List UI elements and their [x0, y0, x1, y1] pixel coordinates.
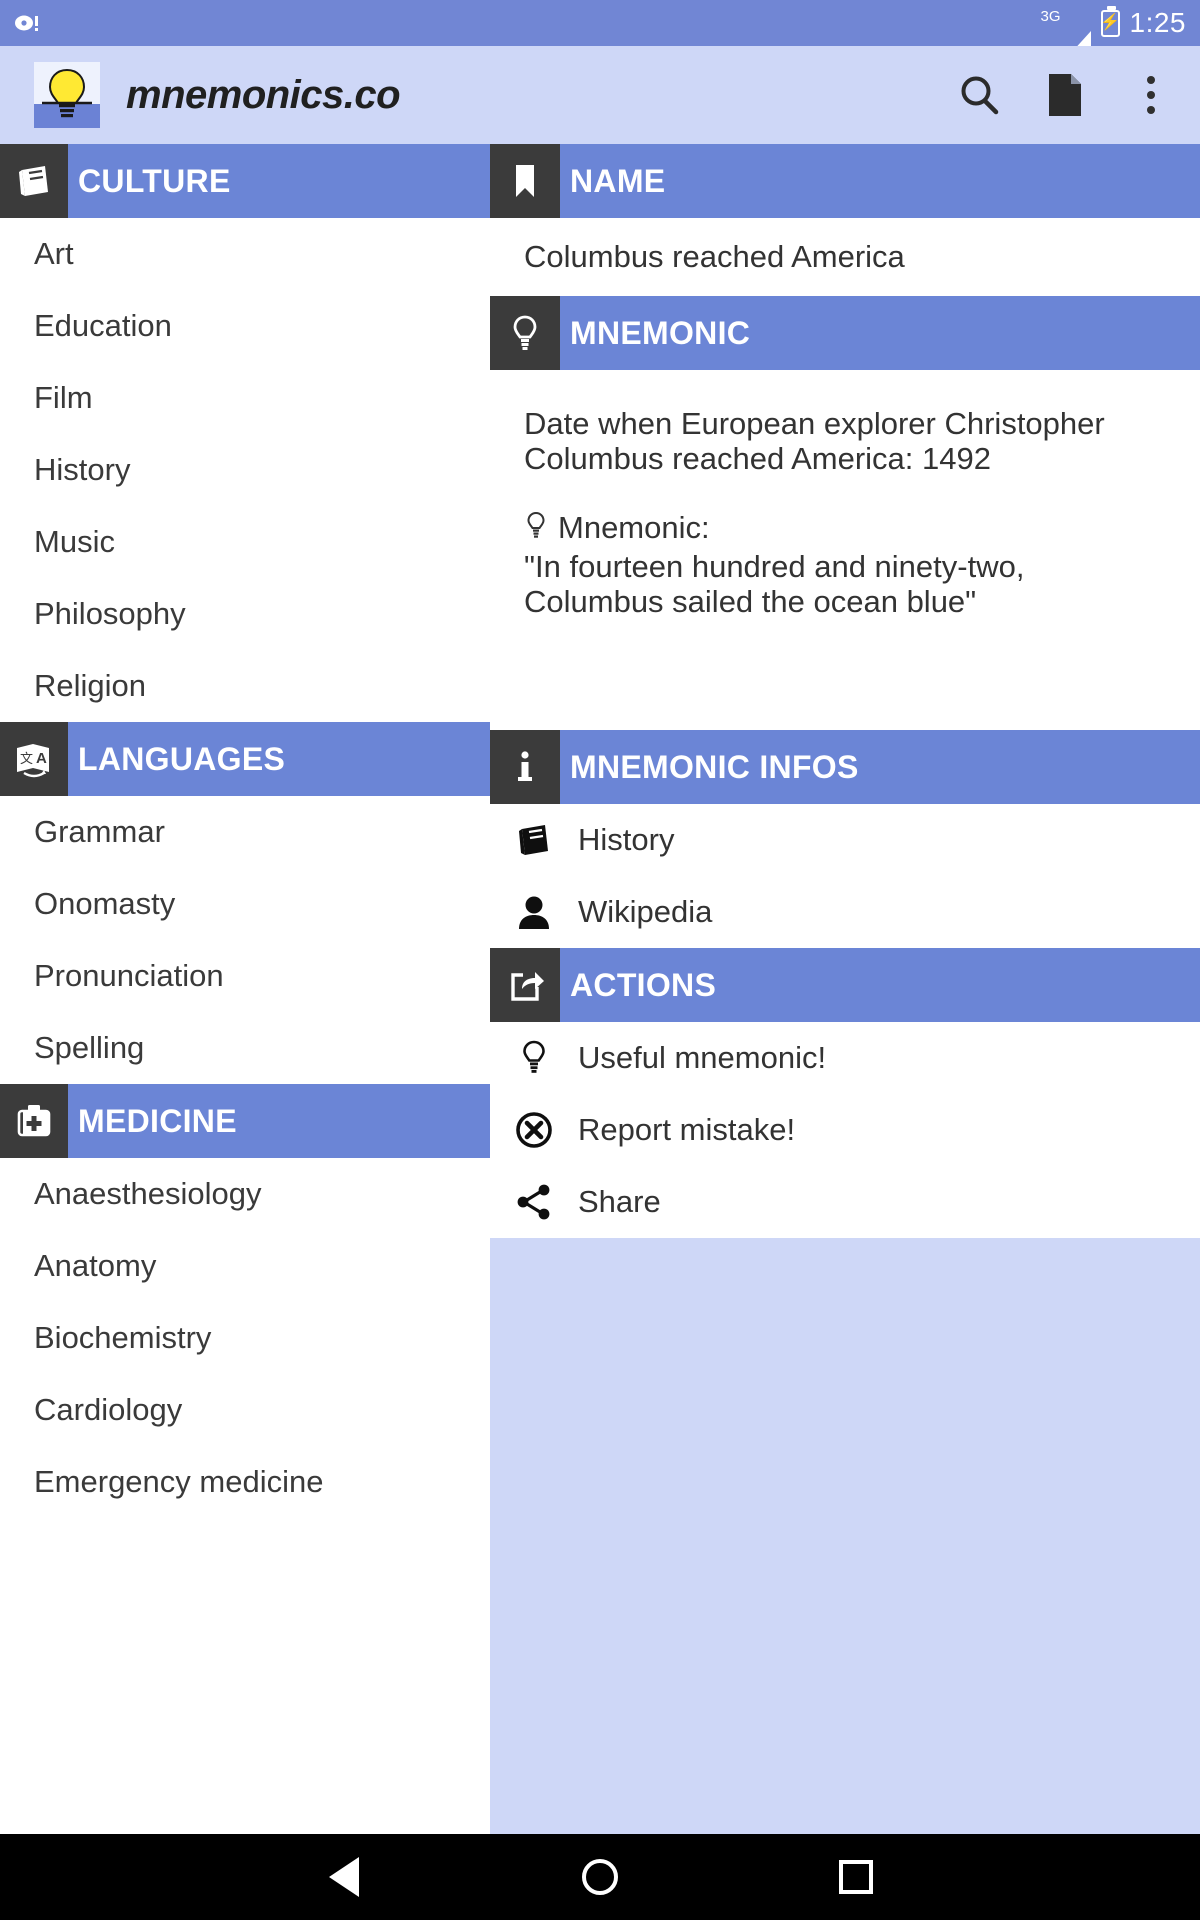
svg-text:文: 文: [20, 752, 33, 767]
record-icon: [14, 12, 42, 34]
mnemonic-description: Date when European explorer Christopher …: [524, 406, 1105, 477]
mnemonic-name-value: Columbus reached America: [524, 239, 905, 274]
search-icon[interactable]: [956, 72, 1002, 118]
mnemonic-quote: "In fourteen hundred and ninety-two, Col…: [524, 549, 1025, 620]
detail-section-header-actions: ACTIONS: [490, 948, 1200, 1023]
lightbulb-outline-icon: [490, 296, 560, 371]
sidebar-section-header-medicine[interactable]: MEDICINE: [0, 1084, 490, 1158]
app-title: mnemonics.co: [126, 72, 401, 117]
sidebar-section-title: LANGUAGES: [78, 740, 286, 777]
signal-icon: [1070, 14, 1091, 53]
detail-section-header-infos: MNEMONIC INFOS: [490, 730, 1200, 805]
app-screen: 3G ⚡ 1:25 mnemonics.co CULTURE Art Educa…: [0, 0, 1200, 1920]
sidebar-list-languages: Grammar Onomasty Pronunciation Spelling: [0, 796, 490, 1084]
actions-panel: Useful mnemonic! Report mistake! Share: [490, 1022, 1200, 1239]
lightbulb-outline-icon: [512, 1038, 556, 1078]
sidebar-list-culture: Art Education Film History Music Philoso…: [0, 218, 490, 722]
detail-section-header-mnemonic: MNEMONIC: [490, 296, 1200, 371]
detail-panel: NAME Columbus reached America MNEMONIC D…: [490, 144, 1200, 1834]
sidebar-section-header-culture[interactable]: CULTURE: [0, 144, 490, 218]
sidebar-item-music[interactable]: Music: [0, 506, 490, 578]
info-item-history[interactable]: History: [490, 804, 1200, 877]
person-icon: [512, 892, 556, 932]
action-item-share[interactable]: Share: [490, 1166, 1200, 1239]
sidebar-item-anatomy[interactable]: Anatomy: [0, 1230, 490, 1302]
sidebar-item-film[interactable]: Film: [0, 362, 490, 434]
action-item-label: Useful mnemonic!: [578, 1040, 827, 1076]
sidebar-item-spelling[interactable]: Spelling: [0, 1012, 490, 1084]
medical-bag-icon: [0, 1084, 68, 1158]
mnemonic-label: Mnemonic:: [558, 510, 710, 546]
panel-bottom-spacer: [490, 1238, 1200, 1279]
category-sidebar: CULTURE Art Education Film History Music…: [0, 144, 490, 1834]
book-icon: [0, 144, 68, 218]
sidebar-item-emergency-medicine[interactable]: Emergency medicine: [0, 1446, 490, 1518]
app-bar-actions: [956, 72, 1174, 118]
mnemonic-label-row: Mnemonic:: [524, 510, 1172, 549]
network-type-label: 3G: [1040, 7, 1061, 25]
error-circle-icon: [512, 1110, 556, 1150]
sidebar-section-title: MEDICINE: [78, 1102, 237, 1139]
app-bar: mnemonics.co: [0, 46, 1200, 144]
detail-section-title: ACTIONS: [570, 966, 717, 1003]
sidebar-item-cardiology[interactable]: Cardiology: [0, 1374, 490, 1446]
sidebar-item-philosophy[interactable]: Philosophy: [0, 578, 490, 650]
info-item-wikipedia[interactable]: Wikipedia: [490, 876, 1200, 949]
share-nodes-icon: [512, 1182, 556, 1222]
overflow-menu-icon[interactable]: [1128, 72, 1174, 118]
infos-panel: History Wikipedia: [490, 804, 1200, 949]
sidebar-item-onomasty[interactable]: Onomasty: [0, 868, 490, 940]
sidebar-item-biochemistry[interactable]: Biochemistry: [0, 1302, 490, 1374]
info-icon: [490, 730, 560, 805]
book-icon: [512, 820, 556, 860]
detail-section-title: MNEMONIC INFOS: [570, 748, 859, 785]
sidebar-item-art[interactable]: Art: [0, 218, 490, 290]
back-button[interactable]: [316, 1849, 372, 1905]
sidebar-item-anaesthesiology[interactable]: Anaesthesiology: [0, 1158, 490, 1230]
status-bar-left: [14, 12, 42, 34]
bookmark-icon: [490, 144, 560, 218]
sidebar-section-header-languages[interactable]: 文 A LANGUAGES: [0, 722, 490, 796]
name-panel: Columbus reached America: [490, 218, 1200, 297]
battery-icon: ⚡: [1100, 5, 1120, 37]
action-item-label: Share: [578, 1184, 661, 1220]
system-navigation-bar: [0, 1834, 1200, 1920]
sidebar-item-religion[interactable]: Religion: [0, 650, 490, 722]
detail-section-title: MNEMONIC: [570, 314, 751, 351]
home-button[interactable]: [572, 1849, 628, 1905]
sidebar-list-medicine: Anaesthesiology Anatomy Biochemistry Car…: [0, 1158, 490, 1518]
action-item-useful-mnemonic[interactable]: Useful mnemonic!: [490, 1022, 1200, 1095]
status-bar-right: 3G ⚡ 1:25: [1040, 5, 1186, 53]
content-area: CULTURE Art Education Film History Music…: [0, 144, 1200, 1834]
translate-icon: 文 A: [0, 722, 68, 796]
sidebar-item-grammar[interactable]: Grammar: [0, 796, 490, 868]
mnemonic-body: Date when European explorer Christopher …: [490, 370, 1200, 730]
detail-section-header-name: NAME: [490, 144, 1200, 218]
sidebar-item-history[interactable]: History: [0, 434, 490, 506]
status-bar: 3G ⚡ 1:25: [0, 0, 1200, 53]
document-icon[interactable]: [1042, 72, 1088, 118]
recents-button[interactable]: [828, 1849, 884, 1905]
share-export-icon: [490, 948, 560, 1023]
info-item-label: History: [578, 822, 675, 858]
lightbulb-small-icon: [524, 510, 548, 549]
action-item-report-mistake[interactable]: Report mistake!: [490, 1094, 1200, 1167]
sidebar-item-education[interactable]: Education: [0, 290, 490, 362]
info-item-label: Wikipedia: [578, 894, 713, 930]
action-item-label: Report mistake!: [578, 1112, 796, 1148]
sidebar-section-title: CULTURE: [78, 162, 231, 199]
svg-text:A: A: [36, 750, 47, 767]
clock-label: 1:25: [1129, 7, 1186, 38]
mnemonic-panel: Date when European explorer Christopher …: [490, 370, 1200, 731]
sidebar-item-pronunciation[interactable]: Pronunciation: [0, 940, 490, 1012]
detail-section-title: NAME: [570, 162, 666, 199]
lightbulb-logo: [34, 62, 100, 128]
